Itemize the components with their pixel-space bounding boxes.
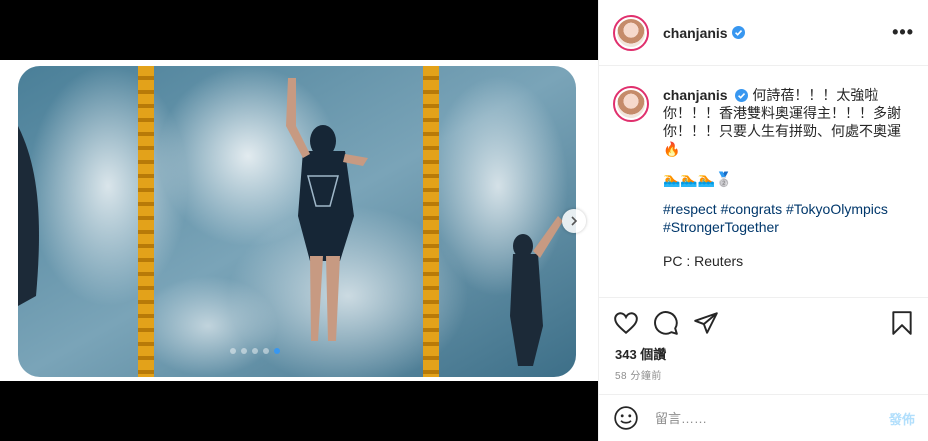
post-side-panel: chanjanis ••• chanjanis 何詩蓓！！！太強啦 你！！！香港… — [598, 0, 928, 441]
comment-icon[interactable] — [653, 310, 679, 336]
action-bar — [599, 308, 928, 338]
verified-badge-icon — [735, 89, 749, 102]
emoji-smile-icon[interactable] — [613, 405, 639, 431]
share-paper-plane-icon[interactable] — [693, 310, 719, 336]
caption-line: 你！！！香港雙料奧運得主！！！多謝 — [663, 105, 901, 121]
carousel-dot — [252, 348, 258, 354]
caption-emoji-row: 🏊🏊🏊🥈 — [663, 171, 733, 187]
hashtag-line[interactable]: #respect #congrats #TokyoOlympics — [663, 200, 908, 218]
caption-username[interactable]: chanjanis — [663, 87, 728, 103]
carousel-dot — [263, 348, 269, 354]
carousel-dot — [230, 348, 236, 354]
more-options-icon[interactable]: ••• — [892, 22, 914, 43]
next-slide-button[interactable] — [562, 209, 586, 233]
post-header: chanjanis ••• — [599, 0, 928, 66]
like-count[interactable]: 343 個讚 — [615, 344, 666, 363]
chevron-right-icon — [571, 216, 578, 226]
photo-credit: PC : Reuters — [663, 253, 744, 269]
hashtag-line[interactable]: #StrongerTogether — [663, 218, 908, 236]
username-link[interactable]: chanjanis — [663, 25, 728, 41]
post-timestamp[interactable]: 58 分鐘前 — [615, 367, 662, 382]
like-heart-icon[interactable] — [613, 310, 639, 336]
comment-bar: 發佈 — [599, 394, 928, 441]
comment-input[interactable] — [655, 410, 865, 426]
avatar[interactable] — [613, 14, 649, 51]
carousel-dots — [230, 348, 280, 354]
caption: chanjanis 何詩蓓！！！太強啦 你！！！香港雙料奧運得主！！！多謝 你！… — [599, 66, 928, 298]
carousel-dot — [241, 348, 247, 354]
post-photo[interactable] — [18, 66, 576, 377]
caption-line: 何詩蓓！！！太強啦 — [752, 87, 879, 103]
save-bookmark-icon[interactable] — [889, 310, 915, 336]
caption-line: 你！！！只要人生有拼勁、何處不奧運 — [663, 123, 901, 139]
media-area — [0, 0, 598, 441]
post-comment-button[interactable]: 發佈 — [889, 409, 915, 428]
instagram-post: chanjanis ••• chanjanis 何詩蓓！！！太強啦 你！！！香港… — [0, 0, 928, 441]
fire-emoji: 🔥 — [663, 141, 681, 157]
caption-avatar[interactable] — [613, 86, 649, 122]
verified-badge-icon — [731, 26, 745, 39]
carousel-dot-active — [274, 348, 280, 354]
hashtags: #respect #congrats #TokyoOlympics #Stron… — [663, 200, 908, 236]
